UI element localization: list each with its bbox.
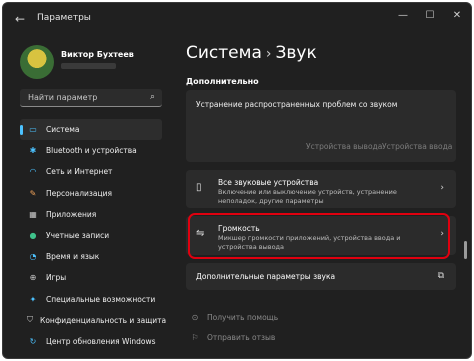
sidebar-item-label: Приложения <box>46 209 97 219</box>
app-title: Параметры <box>37 13 91 23</box>
input-devices-button[interactable]: Устройства ввода <box>382 142 452 151</box>
page-title: Звук <box>275 43 317 63</box>
bluetooth-icon: ✱ <box>29 146 37 156</box>
feedback-link[interactable]: ⚐ Отправить отзыв <box>189 333 275 342</box>
gamepad-icon: ⊕ <box>29 273 37 283</box>
help-icon: ⊙ <box>191 313 199 322</box>
shield-icon: ⛉ <box>27 315 33 325</box>
sidebar-nav: ▭ Система ✱ Bluetooth и устройства ◠ Сет… <box>20 119 166 352</box>
user-email-redacted <box>61 63 116 69</box>
sidebar-item-personalization[interactable]: ✎ Персонализация <box>20 183 162 204</box>
external-link-icon: ⧉ <box>437 271 444 281</box>
get-help-link[interactable]: ⊙ Получить помощь <box>189 313 279 322</box>
troubleshoot-title: Устранение распространенных проблем со з… <box>196 100 398 109</box>
sidebar-item-label: Игры <box>46 273 67 283</box>
search-input[interactable]: Найти параметр ⌕ <box>20 89 162 107</box>
close-button[interactable]: ✕ <box>447 10 467 21</box>
brush-icon: ✎ <box>29 188 37 198</box>
scrollbar-thumb[interactable] <box>464 241 467 259</box>
sidebar-item-system[interactable]: ▭ Система <box>20 119 162 141</box>
output-devices-button[interactable]: Устройства вывода <box>306 142 382 151</box>
sidebar-item-windows-update[interactable]: ↻ Центр обновления Windows <box>20 331 162 352</box>
sidebar-item-network[interactable]: ◠ Сеть и Интернет <box>20 161 162 182</box>
sidebar-item-label: Учетные записи <box>46 231 110 241</box>
settings-window: ← Параметры — ☐ ✕ Виктор Бухтеев Найти п… <box>2 2 472 359</box>
avatar[interactable] <box>20 45 54 79</box>
highlight-frame <box>188 213 450 259</box>
apps-icon: ▦ <box>29 209 37 219</box>
sidebar-item-label: Время и язык <box>46 252 100 262</box>
sidebar-item-bluetooth[interactable]: ✱ Bluetooth и устройства <box>20 140 162 161</box>
globe-clock-icon: ◔ <box>29 252 37 262</box>
monitor-icon: ▭ <box>29 125 37 135</box>
title-bar: ← Параметры — ☐ ✕ <box>3 3 471 35</box>
accessibility-icon: ✦ <box>29 294 37 304</box>
sidebar-item-label: Система <box>46 125 80 135</box>
sidebar-item-accessibility[interactable]: ✦ Специальные возможности <box>20 289 162 310</box>
sidebar-item-label: Персонализация <box>46 188 112 198</box>
search-placeholder: Найти параметр <box>28 93 98 102</box>
wifi-icon: ◠ <box>29 167 37 177</box>
feedback-label: Отправить отзыв <box>207 333 276 342</box>
breadcrumb-separator: › <box>265 46 272 62</box>
feedback-icon: ⚐ <box>191 333 199 342</box>
person-icon: ● <box>29 231 37 241</box>
maximize-button[interactable]: ☐ <box>420 10 440 21</box>
sidebar-item-label: Сеть и Интернет <box>46 167 113 177</box>
sidebar-item-label: Специальные возможности <box>46 294 156 304</box>
section-title: Дополнительно <box>186 77 259 86</box>
row-title: Дополнительные параметры звука <box>196 272 336 281</box>
sidebar-item-label: Конфиденциальность и защита <box>40 315 167 325</box>
sidebar-item-gaming[interactable]: ⊕ Игры <box>20 267 162 288</box>
active-indicator <box>20 125 23 135</box>
row-title: Все звуковые устройства <box>218 178 319 187</box>
sidebar-item-apps[interactable]: ▦ Приложения <box>20 204 162 225</box>
update-icon: ↻ <box>29 336 37 346</box>
speaker-device-icon: ▯ <box>196 182 202 193</box>
breadcrumb: Система › Звук <box>186 43 317 63</box>
get-help-label: Получить помощь <box>207 313 279 322</box>
row-description: Включение или выключение устройств, устр… <box>218 188 397 205</box>
back-arrow-icon[interactable]: ← <box>15 12 25 26</box>
sidebar-item-label: Bluetooth и устройства <box>46 146 137 156</box>
sidebar-item-label: Центр обновления Windows <box>46 336 156 346</box>
sidebar-item-privacy[interactable]: ⛉ Конфиденциальность и защита <box>20 310 166 331</box>
search-icon[interactable]: ⌕ <box>150 92 155 102</box>
troubleshoot-card: Устранение распространенных проблем со з… <box>186 90 456 162</box>
sidebar-item-time-language[interactable]: ◔ Время и язык <box>20 246 162 267</box>
chevron-right-icon: › <box>440 183 444 193</box>
minimize-button[interactable]: — <box>393 10 413 21</box>
user-name: Виктор Бухтеев <box>61 50 134 59</box>
all-sound-devices-row[interactable]: ▯ Все звуковые устройства Включение или … <box>186 170 456 208</box>
breadcrumb-parent[interactable]: Система <box>186 43 262 63</box>
sidebar-item-accounts[interactable]: ● Учетные записи <box>20 225 162 246</box>
more-sound-settings-row[interactable]: Дополнительные параметры звука ⧉ <box>186 263 456 290</box>
